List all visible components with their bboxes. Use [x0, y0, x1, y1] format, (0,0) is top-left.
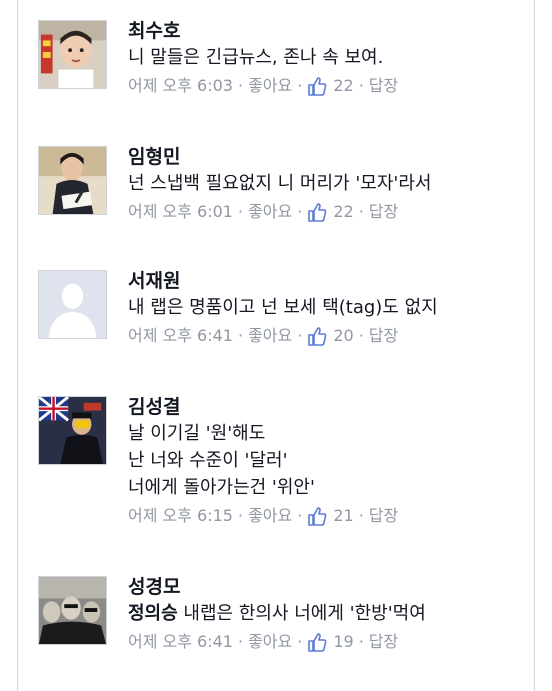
- meta-separator: ·: [237, 632, 244, 651]
- reply-button[interactable]: 답장: [369, 73, 398, 99]
- comment-author[interactable]: 김성결: [128, 394, 530, 420]
- comment-timestamp[interactable]: 어제 오후 6:01: [128, 199, 233, 225]
- comment-text: 정의승 내랩은 한의사 너에게 '한방'먹여: [128, 600, 530, 627]
- meta-separator: ·: [237, 506, 244, 525]
- meta-separator: ·: [297, 506, 303, 525]
- comment-text-line: 내 랩은 명품이고 넌 보세 택(tag)도 없지: [128, 297, 438, 318]
- comment-text: 내 랩은 명품이고 넌 보세 택(tag)도 없지: [128, 294, 530, 321]
- comment-text-line: 날 이기길 '원'해도: [128, 423, 266, 444]
- avatar[interactable]: [38, 20, 107, 89]
- meta-separator: ·: [237, 202, 244, 221]
- comment-text-line: 너에게 돌아가는건 '위안': [128, 477, 315, 498]
- thumbs-up-icon[interactable]: [307, 632, 327, 652]
- comment-author[interactable]: 최수호: [128, 18, 530, 44]
- thumbs-up-icon[interactable]: [307, 506, 327, 526]
- comment-text-content: 내랩은 한의사 너에게 '한방'먹여: [183, 603, 426, 624]
- avatar[interactable]: [38, 146, 107, 215]
- avatar[interactable]: [38, 270, 107, 339]
- reply-button[interactable]: 답장: [369, 629, 398, 655]
- avatar[interactable]: [38, 576, 107, 645]
- frame-border-left: [17, 0, 18, 691]
- mention-link[interactable]: 정의승: [128, 603, 178, 624]
- comment-text: 날 이기길 '원'해도 난 너와 수준이 '달러' 너에게 돌아가는건 '위안': [128, 420, 530, 501]
- meta-separator: ·: [358, 506, 364, 525]
- like-button[interactable]: 좋아요: [248, 73, 292, 99]
- comment-timestamp[interactable]: 어제 오후 6:41: [128, 323, 233, 349]
- meta-separator: ·: [237, 76, 244, 95]
- comment-author[interactable]: 임형민: [128, 144, 530, 170]
- meta-separator: ·: [297, 632, 303, 651]
- comment-meta: 어제 오후 6:41 · 좋아요 · 20 · 답장: [128, 323, 530, 349]
- like-count[interactable]: 21: [333, 503, 353, 529]
- comment-timestamp[interactable]: 어제 오후 6:03: [128, 73, 233, 99]
- reply-button[interactable]: 답장: [369, 323, 398, 349]
- comment-text-line: 정의승 내랩은 한의사 너에게 '한방'먹여: [128, 600, 530, 627]
- man-writing-photo-image: [39, 147, 106, 214]
- like-count[interactable]: 22: [333, 73, 353, 99]
- flag-photo-image: [39, 397, 106, 464]
- avatar[interactable]: [38, 396, 107, 465]
- meta-separator: ·: [297, 326, 303, 345]
- like-button[interactable]: 좋아요: [248, 199, 292, 225]
- comment-meta: 어제 오후 6:15 · 좋아요 · 21 · 답장: [128, 503, 530, 529]
- thumbs-up-icon[interactable]: [307, 326, 327, 346]
- comment-author[interactable]: 서재원: [128, 268, 530, 294]
- like-count[interactable]: 19: [333, 629, 353, 655]
- meta-separator: ·: [358, 76, 364, 95]
- comment-text-line: 니 말들은 긴급뉴스, 존나 속 보여.: [128, 47, 384, 68]
- meta-separator: ·: [358, 326, 364, 345]
- comment-text: 니 말들은 긴급뉴스, 존나 속 보여.: [128, 44, 530, 71]
- comment-timestamp[interactable]: 어제 오후 6:15: [128, 503, 233, 529]
- group-photo-image: [39, 577, 106, 644]
- comment-meta: 어제 오후 6:03 · 좋아요 · 22 · 답장: [128, 73, 530, 99]
- comment-meta: 어제 오후 6:01 · 좋아요 · 22 · 답장: [128, 199, 530, 225]
- meta-separator: ·: [297, 202, 303, 221]
- like-button[interactable]: 좋아요: [248, 503, 292, 529]
- default-silhouette-icon: [39, 271, 106, 338]
- reply-button[interactable]: 답장: [369, 199, 398, 225]
- meta-separator: ·: [237, 326, 244, 345]
- comment-meta: 어제 오후 6:41 · 좋아요 · 19 · 답장: [128, 629, 530, 655]
- meta-separator: ·: [358, 202, 364, 221]
- like-count[interactable]: 22: [333, 199, 353, 225]
- child-photo-image: [39, 21, 106, 88]
- thumbs-up-icon[interactable]: [307, 76, 327, 96]
- comment-timestamp[interactable]: 어제 오후 6:41: [128, 629, 233, 655]
- comment-text: 넌 스냅백 필요없지 니 머리가 '모자'라서: [128, 170, 530, 197]
- reply-button[interactable]: 답장: [369, 503, 398, 529]
- comment-text-line: 넌 스냅백 필요없지 니 머리가 '모자'라서: [128, 173, 432, 194]
- meta-separator: ·: [297, 76, 303, 95]
- like-button[interactable]: 좋아요: [248, 323, 292, 349]
- frame-border-right: [534, 0, 535, 691]
- comment-author[interactable]: 성경모: [128, 574, 530, 600]
- comment-text-line: 난 너와 수준이 '달러': [128, 450, 288, 471]
- like-count[interactable]: 20: [333, 323, 353, 349]
- meta-separator: ·: [358, 632, 364, 651]
- thumbs-up-icon[interactable]: [307, 202, 327, 222]
- like-button[interactable]: 좋아요: [248, 629, 292, 655]
